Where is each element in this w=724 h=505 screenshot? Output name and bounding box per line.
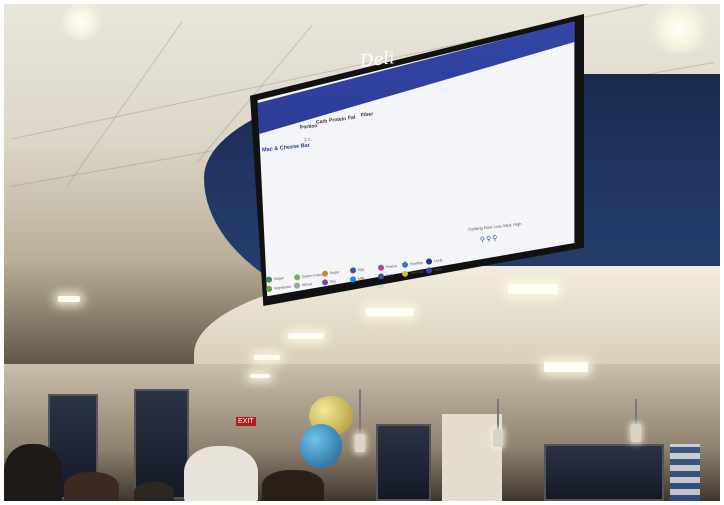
legend-icon: [425, 258, 433, 265]
pendant-rod: [497, 399, 499, 429]
pendant-light: [493, 429, 503, 447]
legend-label: Vegan: [273, 276, 285, 282]
column-header-carb: Carb: [315, 118, 328, 126]
legend-icon: [349, 267, 357, 274]
photo: EXIT Deli Portion Carb Protein Fat Fiber…: [4, 4, 720, 501]
legend-icon: [349, 276, 357, 283]
legend-label: Tree Nut: [409, 269, 424, 276]
legend-icon: [425, 267, 433, 274]
recessed-light: [250, 374, 270, 378]
pendant-rod: [635, 399, 637, 424]
legend-icon: [377, 273, 385, 280]
person: [4, 444, 62, 501]
legend-label: Wheat: [301, 282, 313, 288]
person: [64, 472, 119, 501]
person: [262, 470, 324, 501]
legend-label: Sugar: [329, 270, 340, 276]
legend-label: Soy: [329, 279, 337, 284]
pendant-rod: [359, 389, 361, 434]
column-header-fat: Fat: [347, 114, 356, 122]
legend-icon: [321, 279, 329, 286]
recessed-light: [254, 355, 280, 360]
pendant-light: [355, 434, 365, 452]
legend-icon: [401, 270, 409, 278]
exit-sign: EXIT: [236, 417, 256, 426]
window: [376, 424, 431, 501]
tv-brand-logo: LG: [377, 283, 384, 290]
recessed-light: [288, 333, 324, 339]
legend-icon: [293, 282, 301, 289]
ceiling-light: [644, 4, 714, 54]
ceiling-light: [56, 4, 106, 40]
blue-balloon: [300, 424, 342, 468]
legend-icon: [293, 274, 301, 281]
pillar: [442, 414, 502, 501]
pendant-light: [631, 424, 641, 442]
menu-item-portion: 1 c.: [303, 136, 313, 144]
person: [134, 482, 174, 501]
recessed-light: [544, 362, 588, 372]
legend-icon: [401, 261, 409, 269]
legend-icon: [377, 264, 385, 271]
recessed-light: [366, 308, 414, 316]
legend-label: Local: [433, 258, 443, 264]
column-header-fiber: Fiber: [360, 111, 374, 119]
legend-label: Vegetarian: [273, 284, 291, 291]
legend-icon: [265, 285, 273, 293]
legend-label: Shellfish: [409, 260, 424, 267]
legend-label: Halal: [433, 267, 443, 272]
legend-icon: [321, 270, 329, 277]
legend-icon: [265, 276, 273, 283]
legend-label: Egg: [357, 267, 365, 272]
legend-label: Fish: [385, 273, 393, 278]
person: [184, 446, 258, 501]
ceiling-tile-line: [66, 21, 183, 187]
recessed-light: [508, 284, 558, 294]
menu-title: Deli: [359, 48, 396, 72]
tiled-wall: [670, 444, 700, 501]
recessed-light: [58, 296, 80, 302]
legend-label: Peanut: [385, 264, 398, 270]
window: [544, 444, 664, 501]
legend-label: Milk: [357, 276, 365, 281]
